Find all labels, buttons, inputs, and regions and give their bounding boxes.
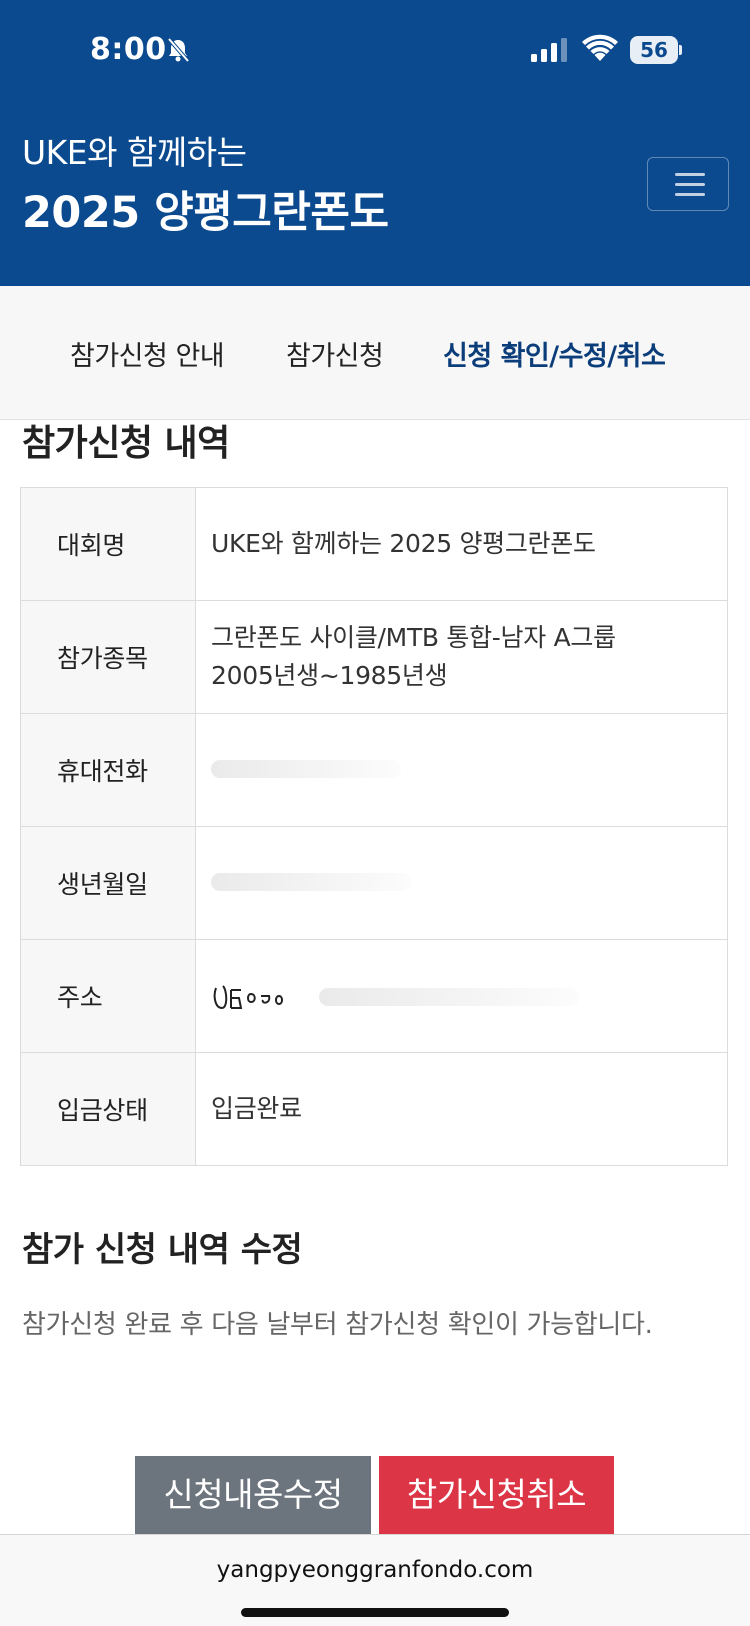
registration-table: 대회명 UKE와 함께하는 2025 양평그란폰도 참가종목 그란폰도 사이클/… [20, 487, 728, 1166]
hamburger-menu-button[interactable] [647, 157, 729, 211]
status-time: 8:00 [90, 32, 167, 67]
section-title-edit: 참가 신청 내역 수정 [22, 1230, 303, 1270]
home-indicator[interactable] [241, 1608, 509, 1617]
status-bar: 8:00 56 [0, 0, 750, 100]
table-row: 휴대전화 [20, 713, 728, 827]
cellular-signal-icon [531, 38, 567, 62]
table-row: 참가종목 그란폰도 사이클/MTB 통합-남자 A그룹 2005년생~1985년… [20, 600, 728, 714]
nav-tabs: 참가신청 안내 참가신청 신청 확인/수정/취소 [0, 286, 750, 420]
row-label-category: 참가종목 [20, 600, 196, 714]
row-value-payment-status: 입금완료 [195, 1052, 728, 1166]
row-value-category: 그란폰도 사이클/MTB 통합-남자 A그룹 2005년생~1985년생 [195, 600, 728, 714]
tab-confirm-edit-cancel[interactable]: 신청 확인/수정/취소 [443, 334, 666, 373]
category-age-range: 2005년생~1985년생 [211, 661, 448, 690]
wifi-icon [582, 34, 618, 61]
battery-icon: 56 [630, 36, 682, 64]
row-label-payment-status: 입금상태 [20, 1052, 196, 1166]
edit-registration-button[interactable]: 신청내용수정 [135, 1456, 371, 1534]
category-name: 그란폰도 사이클/MTB 통합-남자 A그룹 [211, 623, 616, 652]
cancel-registration-button[interactable]: 참가신청취소 [379, 1456, 614, 1534]
tab-registration[interactable]: 참가신청 [286, 334, 384, 373]
table-row: 주소 [20, 939, 728, 1053]
site-subtitle: UKE와 함께하는 [22, 133, 247, 172]
row-label-address: 주소 [20, 939, 196, 1053]
site-title[interactable]: 2025 양평그란폰도 [22, 178, 389, 240]
url-text[interactable]: yangpyeonggranfondo.com [0, 1557, 750, 1583]
silent-bell-icon [167, 37, 190, 63]
tab-registration-guide[interactable]: 참가신청 안내 [70, 334, 225, 373]
row-label-phone: 휴대전화 [20, 713, 196, 827]
row-value-birthdate-redacted [195, 826, 728, 940]
site-header: 8:00 56 UKE와 함께하는 2025 양평그란폰도 [0, 0, 750, 286]
section-title-registration: 참가신청 내역 [22, 423, 230, 464]
row-value-address-redacted [195, 939, 728, 1053]
row-label-birthdate: 생년월일 [20, 826, 196, 940]
row-label-event: 대회명 [20, 487, 196, 601]
address-scribble [213, 985, 283, 1010]
edit-notice: 참가신청 완료 후 다음 날부터 참가신청 확인이 가능합니다. [22, 1310, 653, 1340]
row-value-phone-redacted [195, 713, 728, 827]
browser-url-bar[interactable]: yangpyeonggranfondo.com [0, 1534, 750, 1626]
battery-level: 56 [630, 36, 678, 64]
table-row: 생년월일 [20, 826, 728, 940]
table-row: 대회명 UKE와 함께하는 2025 양평그란폰도 [20, 487, 728, 601]
table-row: 입금상태 입금완료 [20, 1052, 728, 1166]
row-value-event: UKE와 함께하는 2025 양평그란폰도 [195, 487, 728, 601]
